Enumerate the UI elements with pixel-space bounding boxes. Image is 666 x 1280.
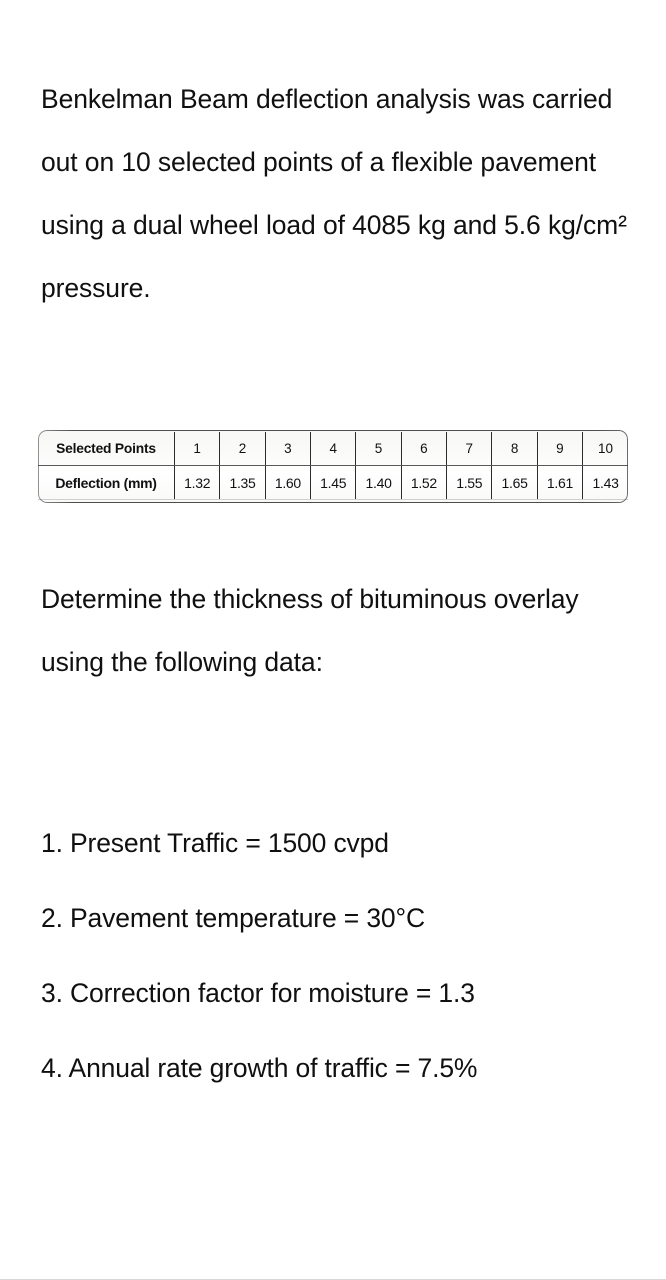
list-item: 2. Pavement temperature = 30°C	[41, 903, 425, 933]
list-item: 1. Present Traffic = 1500 cvpd	[41, 828, 389, 858]
table-cell-deflection: 1.60	[265, 465, 312, 500]
table-cell-deflection: 1.52	[401, 465, 448, 500]
table-cell-point: 8	[491, 432, 538, 466]
given-data-list: 1. Present Traffic = 1500 cvpd 2. Paveme…	[41, 806, 651, 1106]
table-cell-point: 6	[401, 432, 448, 466]
table-row-deflection: Deflection (mm) 1.32 1.35 1.60 1.45 1.40…	[38, 465, 628, 500]
table-cell-deflection: 1.35	[219, 465, 266, 500]
table-cell-deflection: 1.61	[537, 465, 584, 500]
table-row-selected-points: Selected Points 1 2 3 4 5 6 7 8 9 10	[38, 432, 628, 466]
deflection-table-scan: Selected Points 1 2 3 4 5 6 7 8 9 10 Def…	[38, 430, 628, 503]
table-cell-deflection: 1.32	[174, 465, 221, 500]
table-cell-deflection: 1.40	[355, 465, 402, 500]
determine-paragraph: Determine the thickness of bituminous ov…	[41, 583, 579, 677]
table-cell-point: 10	[582, 432, 628, 466]
table-cell-point: 1	[174, 432, 221, 466]
list-item: 3. Correction factor for moisture = 1.3	[41, 978, 475, 1008]
table-cell-point: 7	[446, 432, 493, 466]
table-cell-deflection: 1.43	[582, 465, 628, 500]
table-cell-deflection: 1.65	[491, 465, 538, 500]
table-cell-deflection: 1.45	[310, 465, 357, 500]
table-cell-point: 2	[219, 432, 266, 466]
table-cell-point: 4	[310, 432, 357, 466]
intro-paragraph: Benkelman Beam deflection analysis was c…	[41, 83, 627, 303]
table-cell-point: 3	[265, 432, 312, 466]
document-page: Benkelman Beam deflection analysis was c…	[0, 0, 666, 1280]
table-cell-deflection: 1.55	[446, 465, 493, 500]
table-header-selected-points: Selected Points	[38, 432, 175, 466]
table-cell-point: 9	[537, 432, 584, 466]
deflection-table: Selected Points 1 2 3 4 5 6 7 8 9 10 Def…	[38, 432, 628, 500]
table-header-deflection: Deflection (mm)	[38, 465, 175, 500]
list-item: 4. Annual rate growth of traffic = 7.5%	[41, 1053, 478, 1083]
table-cell-point: 5	[355, 432, 402, 466]
